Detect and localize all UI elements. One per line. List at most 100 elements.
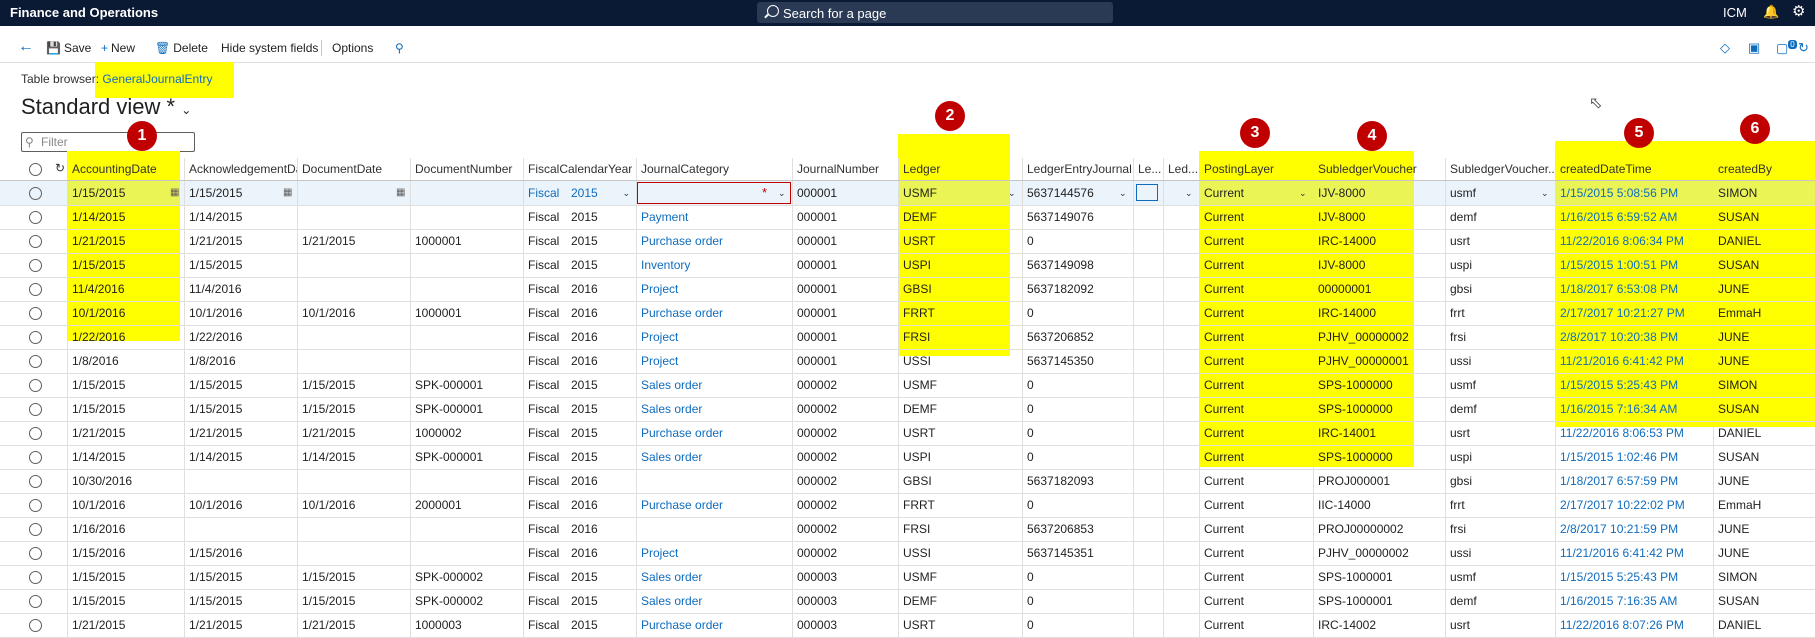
cell-le[interactable] (1133, 325, 1163, 349)
cell-journal-number[interactable]: 000002 (792, 397, 898, 421)
table-row[interactable]: 1/15/2015 1/15/2015 1/15/2015 SPK-000002 Fis… (0, 565, 1815, 590)
cell-subledger-voucher-data-area[interactable]: demf (1445, 589, 1555, 613)
cell-led[interactable] (1163, 277, 1199, 301)
cell-document-number[interactable] (410, 541, 523, 565)
cell-subledger-voucher-data-area[interactable]: usmf (1445, 181, 1555, 205)
cell-journal-number[interactable]: 000001 (792, 181, 898, 205)
cell-ledger[interactable]: FRRT (898, 493, 1022, 517)
cell-accounting-date[interactable]: 1/15/2015 (67, 589, 184, 613)
back-arrow-icon[interactable]: ← (18, 38, 34, 56)
cell-created-by[interactable]: SUSAN (1713, 445, 1815, 469)
cell-accounting-date[interactable]: 1/21/2015 (67, 229, 184, 253)
cell-accounting-date[interactable]: 10/1/2016 (67, 493, 184, 517)
cell-accounting-date[interactable]: 1/21/2015 (67, 421, 184, 445)
cell-created-date-time[interactable]: 1/15/2015 5:25:43 PM (1555, 565, 1713, 589)
cell-subledger-voucher-data-area[interactable]: frrt (1445, 301, 1555, 325)
cell-journal-category[interactable]: Purchase order (636, 301, 792, 325)
cell-acknowledgement-date[interactable]: 1/14/2015 (184, 205, 297, 229)
cell-le[interactable] (1133, 493, 1163, 517)
cell-led[interactable] (1163, 325, 1199, 349)
column-header-acknowledgementdate[interactable]: AcknowledgementDate (184, 158, 297, 180)
cell-fiscal-calendar-year[interactable]: Fiscal 2015 (523, 205, 636, 229)
column-header-postinglayer[interactable]: PostingLayer (1199, 158, 1313, 180)
cell-created-by[interactable]: SUSAN (1713, 589, 1815, 613)
cell-posting-layer[interactable]: Current (1199, 205, 1313, 229)
cell-created-date-time[interactable]: 2/17/2017 10:22:02 PM (1555, 493, 1713, 517)
cell-subledger-voucher[interactable]: IJV-8000 (1313, 253, 1445, 277)
cell-document-date[interactable]: 10/1/2016 (297, 301, 410, 325)
cell-subledger-voucher[interactable]: IRC-14002 (1313, 613, 1445, 637)
cell-created-by[interactable]: SIMON (1713, 565, 1815, 589)
cell-journal-category[interactable]: Sales order (636, 589, 792, 613)
row-select-radio[interactable] (29, 595, 42, 608)
cell-posting-layer[interactable]: Current (1199, 469, 1313, 493)
column-header-led[interactable]: Led... (1163, 158, 1199, 180)
row-select-radio[interactable] (29, 499, 42, 512)
row-select-radio[interactable] (29, 451, 42, 464)
cell-acknowledgement-date[interactable]: 10/1/2016 (184, 493, 297, 517)
cell-led[interactable] (1163, 253, 1199, 277)
cell-created-by[interactable]: DANIEL (1713, 421, 1815, 445)
cell-posting-layer[interactable]: Current (1199, 517, 1313, 541)
cell-journal-number[interactable]: 000002 (792, 541, 898, 565)
cell-ledger[interactable]: USSI (898, 349, 1022, 373)
cell-document-date[interactable] (297, 517, 410, 541)
cell-posting-layer[interactable]: Current (1199, 589, 1313, 613)
column-header-fiscalcalendaryear[interactable]: FiscalCalendarYear (523, 158, 636, 180)
cell-created-date-time[interactable]: 1/16/2015 6:59:52 AM (1555, 205, 1713, 229)
cell-subledger-voucher[interactable]: PROJ00000002 (1313, 517, 1445, 541)
cell-ledger[interactable]: DEMF (898, 589, 1022, 613)
row-select-radio[interactable] (29, 187, 42, 200)
cell-ledger[interactable]: FRSI (898, 325, 1022, 349)
cell-created-date-time[interactable]: 11/22/2016 8:06:34 PM (1555, 229, 1713, 253)
cell-document-date[interactable]: 1/21/2015 (297, 229, 410, 253)
cell-subledger-voucher[interactable]: IJV-8000 (1313, 205, 1445, 229)
row-select-radio[interactable] (29, 547, 42, 560)
cell-ledger[interactable]: USPI (898, 253, 1022, 277)
cell-document-number[interactable] (410, 325, 523, 349)
cell-posting-layer[interactable]: Current (1199, 565, 1313, 589)
cell-created-by[interactable]: DANIEL (1713, 229, 1815, 253)
cell-document-number[interactable]: 1000002 (410, 421, 523, 445)
cell-led[interactable] (1163, 493, 1199, 517)
cell-document-number[interactable] (410, 205, 523, 229)
cell-ledger-entry-journal[interactable]: 5637182093 (1022, 469, 1133, 493)
cell-fiscal-calendar-year[interactable]: Fiscal 2015 (523, 397, 636, 421)
table-row[interactable]: 1/8/2016 1/8/2016 Fiscal 2016 Project 000001 U… (0, 349, 1815, 374)
cell-ledger[interactable]: GBSI (898, 469, 1022, 493)
cell-document-date[interactable] (297, 277, 410, 301)
notification-bell-icon[interactable]: 🔔 (1763, 4, 1779, 20)
table-row[interactable]: 1/22/2016 1/22/2016 Fiscal 2016 Project 00000… (0, 325, 1815, 350)
cell-created-by[interactable]: SUSAN (1713, 397, 1815, 421)
table-row[interactable]: 11/4/2016 11/4/2016 Fiscal 2016 Project 00000… (0, 277, 1815, 302)
cell-created-date-time[interactable]: 1/15/2015 5:25:43 PM (1555, 373, 1713, 397)
cell-subledger-voucher[interactable]: SPS-1000000 (1313, 373, 1445, 397)
row-select-radio[interactable] (29, 211, 42, 224)
cell-document-number[interactable]: SPK-000001 (410, 445, 523, 469)
column-header-createdby[interactable]: createdBy (1713, 158, 1815, 180)
cell-created-by[interactable]: JUNE (1713, 541, 1815, 565)
cell-document-number[interactable] (410, 349, 523, 373)
cell-acknowledgement-date[interactable]: 1/22/2016 (184, 325, 297, 349)
cell-journal-number[interactable]: 000002 (792, 493, 898, 517)
cell-document-number[interactable]: 1000001 (410, 229, 523, 253)
cell-journal-number[interactable]: 000002 (792, 445, 898, 469)
cell-ledger[interactable]: DEMF (898, 205, 1022, 229)
row-select-radio[interactable] (29, 403, 42, 416)
cell-ledger[interactable]: GBSI (898, 277, 1022, 301)
cell-subledger-voucher-data-area[interactable]: usrt (1445, 613, 1555, 637)
cell-accounting-date[interactable]: 1/15/2015 (67, 181, 184, 205)
cell-created-by[interactable]: JUNE (1713, 325, 1815, 349)
cell-created-date-time[interactable]: 11/22/2016 8:07:26 PM (1555, 613, 1713, 637)
cell-created-date-time[interactable]: 1/18/2017 6:57:59 PM (1555, 469, 1713, 493)
chevron-down-icon[interactable]: ⌄ (1299, 181, 1307, 205)
cell-document-date[interactable] (297, 253, 410, 277)
cell-subledger-voucher[interactable]: PJHV_00000002 (1313, 541, 1445, 565)
cell-subledger-voucher-data-area[interactable]: gbsi (1445, 277, 1555, 301)
table-row[interactable]: 1/21/2015 1/21/2015 1/21/2015 1000001 Fiscal… (0, 229, 1815, 254)
cell-accounting-date[interactable]: 1/15/2016 (67, 541, 184, 565)
cell-journal-category[interactable]: Purchase order (636, 229, 792, 253)
cell-ledger[interactable]: USMF (898, 373, 1022, 397)
cell-led[interactable] (1163, 517, 1199, 541)
cell-acknowledgement-date[interactable]: 1/15/2015 (184, 373, 297, 397)
